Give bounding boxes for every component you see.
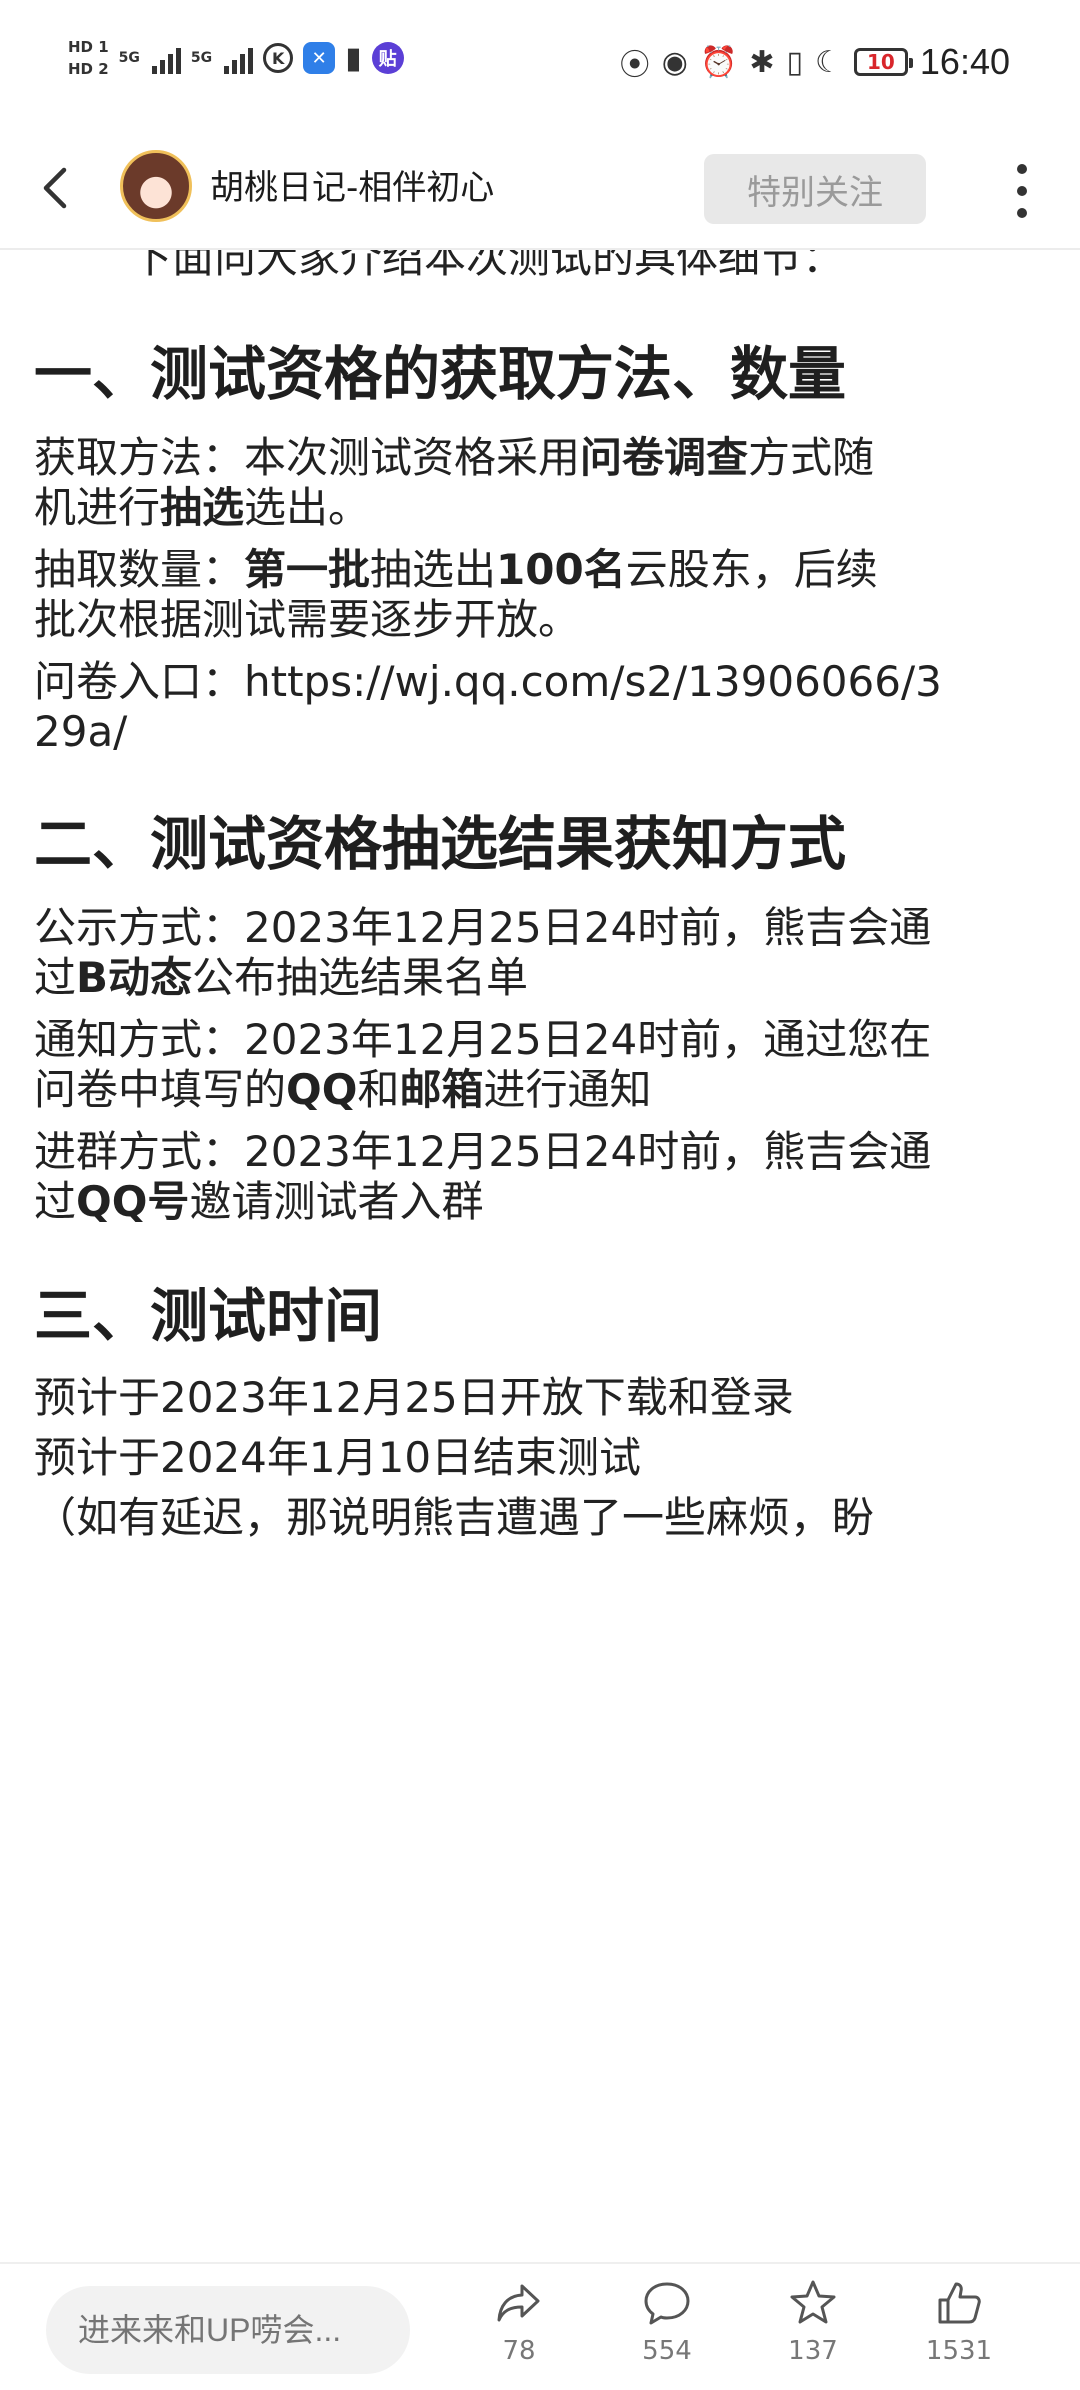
text-run: 邀请测试者入群 (189, 1177, 484, 1226)
nfc-icon: ⦿ (619, 48, 650, 83)
like-count: 1531 (925, 2336, 993, 2366)
battery-icon: 10 (853, 48, 913, 76)
bold-text-run: 100名 (496, 545, 626, 594)
s3-paragraph2: 预计于2024年1月10日结束测试 (34, 1433, 642, 1482)
s2-paragraph3-line1: 进群方式：2023年12月25日24时前，熊吉会通 (34, 1127, 932, 1176)
s2-paragraph2-line2: 问卷中填写的QQ和邮箱进行通知 (34, 1062, 651, 1118)
bluetooth-icon: ✱ (749, 44, 775, 80)
status-right: ⦿ ◉ ⏰ ✱ ▯ ☾ 10 16:40 (620, 40, 1010, 84)
text-run: 过 (34, 1177, 77, 1226)
text-run: 和 (357, 1065, 400, 1114)
hd-indicator: HD 1 HD 2 (68, 36, 109, 80)
bold-text-run: 问卷调查 (580, 433, 749, 482)
star-icon (790, 2280, 836, 2324)
hd1-label: HD 1 (68, 38, 109, 56)
text-run: 获取方法：本次测试资格采用 (34, 433, 581, 482)
bold-text-run: 第一批 (244, 545, 371, 594)
text-run: 机进行 (34, 483, 161, 532)
text-run: 过 (34, 953, 77, 1002)
signal-icon-sim1 (151, 42, 181, 74)
survey-link[interactable]: 问卷入口：https://wj.qq.com/s2/13906066/3 (34, 654, 942, 710)
clock: 16:40 (919, 41, 1010, 82)
like-button[interactable]: 1531 (904, 2276, 1014, 2386)
bold-text-run: QQ (286, 1065, 358, 1114)
share-button[interactable]: 78 (464, 2276, 574, 2386)
alarm-icon: ⏰ (699, 44, 738, 80)
text-run: 云股东，后续 (625, 545, 878, 594)
s2-paragraph1-line2: 过B动态公布抽选结果名单 (34, 950, 528, 1006)
bold-text-run: 抽选 (160, 483, 245, 532)
comment-button[interactable]: 554 (612, 2276, 722, 2386)
section3-heading: 三、测试时间 (34, 1282, 383, 1350)
comment-input[interactable] (46, 2286, 410, 2374)
text-run: 抽选出 (370, 545, 497, 594)
author-avatar[interactable] (120, 150, 192, 222)
text-run: 问卷中填写的 (34, 1065, 287, 1114)
s2-paragraph3-line2: 过QQ号邀请测试者入群 (34, 1174, 483, 1230)
s1-paragraph2-line1: 抽取数量：第一批抽选出100名云股东，后续 (34, 542, 878, 598)
bold-text-run: QQ号 (76, 1177, 190, 1226)
text-run: 抽取数量： (34, 545, 245, 594)
sim2-network-label: 5G (190, 50, 213, 66)
s1-paragraph1-line2: 机进行抽选选出。 (34, 480, 370, 536)
author-name[interactable]: 胡桃日记-相伴初心 (210, 160, 494, 209)
s1-paragraph2-line2: 批次根据测试需要逐步开放。 (34, 595, 581, 644)
status-bar: HD 1 HD 2 5G 5G K ✕ ▮ 贴 ⦿ ◉ ⏰ ✱ ▯ ☾ 10 1… (0, 0, 1080, 130)
status-left: HD 1 HD 2 5G 5G K ✕ ▮ 贴 (68, 36, 404, 80)
share-count: 78 (502, 2336, 536, 2366)
bottom-action-bar: 78 554 137 1531 (0, 2262, 1080, 2390)
s3-paragraph1: 预计于2023年12月25日开放下载和登录 (34, 1373, 794, 1422)
comment-count: 554 (642, 2336, 692, 2366)
special-follow-button[interactable]: 特别关注 (704, 154, 926, 224)
text-run: 方式随 (748, 433, 875, 482)
k-app-icon-label: K (271, 48, 285, 68)
back-arrow-icon[interactable] (30, 156, 84, 220)
section2-heading: 二、测试资格抽选结果获知方式 (34, 810, 847, 878)
app-notification-icon: ✕ (303, 42, 336, 74)
vibrate-icon: ▯ (786, 44, 803, 80)
survey-link-cont[interactable]: 29a/ (34, 704, 127, 760)
tieba-app-icon-label: 贴 (378, 49, 397, 70)
share-icon (497, 2284, 540, 2322)
s1-paragraph1-line1: 获取方法：本次测试资格采用问卷调查方式随 (34, 430, 874, 486)
more-options-icon[interactable] (1010, 164, 1034, 218)
bold-text-run: B动态 (76, 953, 193, 1002)
eye-comfort-icon: ◉ (661, 44, 688, 80)
favorite-count: 137 (788, 2336, 838, 2366)
bold-text-run: 邮箱 (399, 1065, 484, 1114)
s2-paragraph2-line1: 通知方式：2023年12月25日24时前，通过您在 (34, 1015, 932, 1064)
signal-icon-sim2 (224, 42, 254, 74)
thumbs-up-icon (938, 2282, 981, 2324)
hd2-label: HD 2 (68, 60, 109, 78)
k-app-icon: K (263, 43, 294, 73)
moon-icon: ☾ (815, 44, 842, 80)
text-run: 选出。 (244, 483, 371, 532)
text-run: 进行通知 (483, 1065, 652, 1114)
section1-heading: 一、测试资格的获取方法、数量 (34, 340, 847, 408)
favorite-button[interactable]: 137 (758, 2276, 868, 2386)
s3-paragraph3-partial: （如有延迟，那说明熊吉遭遇了一些麻烦，盼 (34, 1493, 875, 1542)
battery-level: 10 (866, 50, 895, 74)
tieba-app-icon: 贴 (371, 42, 404, 74)
text-run: 公布抽选结果名单 (192, 953, 529, 1002)
s2-paragraph1-line1: 公示方式：2023年12月25日24时前，熊吉会通 (34, 903, 932, 952)
app-header: 胡桃日记-相伴初心 特别关注 (0, 130, 1080, 250)
comment-icon (644, 2282, 690, 2325)
battery-alert-icon: ▮ (345, 40, 362, 76)
sim1-network-label: 5G (118, 50, 140, 66)
